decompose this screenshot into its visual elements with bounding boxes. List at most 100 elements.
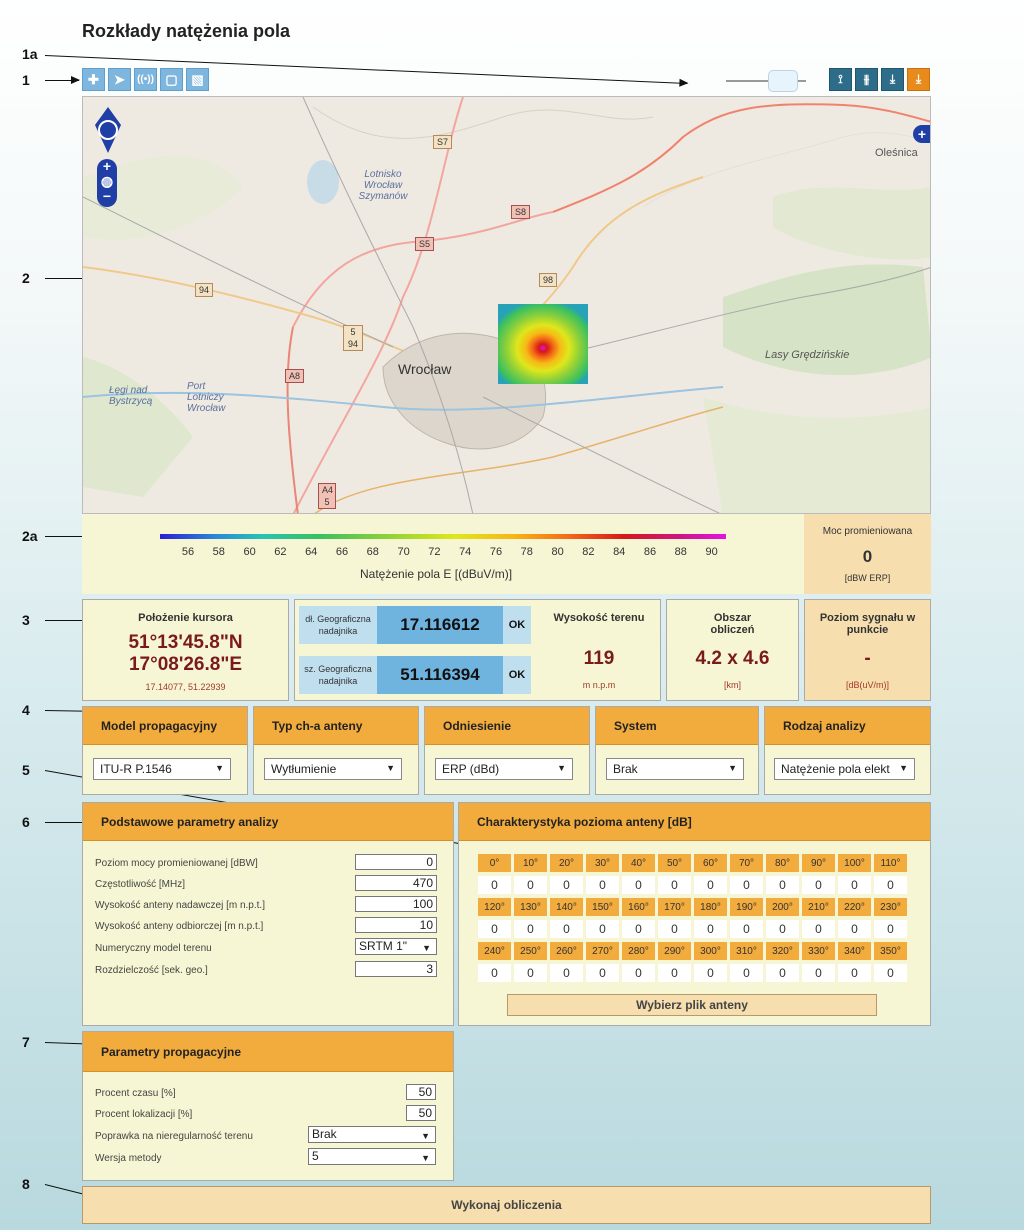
antenna-gain-input[interactable]: 0 [550,964,583,982]
antenna-gain-input[interactable]: 0 [874,876,907,894]
antenna-gain-input[interactable]: 0 [622,964,655,982]
antenna-gain-input[interactable]: 0 [694,964,727,982]
expand-layers-icon[interactable]: + [913,125,930,143]
color-scale-tick: 76 [489,546,503,558]
zoom-control[interactable]: + ◍ − [97,159,117,207]
reference-select[interactable]: ERP (dBd) ▼ [435,758,573,780]
pan-control[interactable] [91,105,125,155]
ruler-icon[interactable]: ▧ [186,68,209,91]
pointer-icon[interactable]: ➤ [108,68,131,91]
antenna-gain-input[interactable]: 0 [514,964,547,982]
antenna-gain-input[interactable]: 0 [622,920,655,938]
antenna-icon[interactable]: ((•)) [134,68,157,91]
method-version-select[interactable]: 5 ▼ [308,1148,436,1165]
download-icon[interactable]: ⤓ [881,68,904,91]
export-icon[interactable]: ⤓ [907,68,930,91]
antenna-gain-input[interactable]: 0 [766,920,799,938]
antenna-gain-input[interactable]: 0 [658,876,691,894]
antenna-gain-input[interactable]: 0 [586,920,619,938]
map-label-lasy: Lasy Grędzińskie [765,349,850,361]
rectangle-icon[interactable]: ▢ [160,68,183,91]
settings-sliders-icon[interactable]: ⫵ [855,68,878,91]
radiated-power-box: Moc promieniowana 0 [dBW ERP] [804,514,931,594]
antenna-angle-header: 180° [694,898,727,916]
terrain-height-unit: m n.p.m [582,680,616,690]
map-view[interactable]: + ◍ − + Lotnisko Wrocław Szymanów Wrocław … [82,96,931,514]
antenna-gain-input[interactable]: 0 [802,920,835,938]
transmitter-lon-label: dł. Geograficzna nadajnika [299,606,377,644]
run-calculation-button[interactable]: Wykonaj obliczenia [82,1186,931,1224]
antenna-gain-input[interactable]: 0 [874,964,907,982]
antenna-gain-input[interactable]: 0 [838,964,871,982]
antenna-angle-header: 170° [658,898,691,916]
transmitter-icon[interactable]: ⟟ [829,68,852,91]
choose-antenna-file-button[interactable]: Wybierz plik anteny [507,994,877,1016]
antenna-gain-input[interactable]: 0 [550,876,583,894]
antenna-angle-header: 300° [694,942,727,960]
transmitter-lon-ok-button[interactable]: OK [503,606,531,644]
time-percent-input[interactable]: 50 [406,1084,436,1100]
antenna-gain-input[interactable]: 0 [514,876,547,894]
chevron-down-icon: ▼ [422,943,431,953]
transmitter-lat-input[interactable]: 51.116394 [377,656,503,694]
antenna-gain-input[interactable]: 0 [730,964,763,982]
propagation-params-header: Parametry propagacyjne [83,1032,453,1072]
frequency-input[interactable]: 470 [355,875,437,891]
transmitter-lon-input[interactable]: 17.116612 [377,606,503,644]
propagation-model-select[interactable]: ITU-R P.1546 ▼ [93,758,231,780]
antenna-type-select[interactable]: Wytłumienie ▼ [264,758,402,780]
antenna-pattern-grid: 0° 10° 20° 30° 40° 50° 60° 70° 80° 90° 100° 110° 0 0 0… [478,854,907,982]
road-shield: 94 [195,283,214,297]
antenna-gain-input[interactable]: 0 [838,876,871,894]
callout-5: 5 [22,762,30,778]
callout-8: 8 [22,1176,30,1192]
system-select[interactable]: Brak ▼ [606,758,744,780]
transmitter-lat-ok-button[interactable]: OK [503,656,531,694]
map-toolbar-right: ⟟ ⫵ ⤓ ⤓ [829,68,930,91]
antenna-gain-input[interactable]: 0 [874,920,907,938]
power-input[interactable]: 0 [355,854,437,870]
analysis-type-select[interactable]: Natężenie pola elekt ▼ [774,758,915,780]
terrain-model-select[interactable]: SRTM 1" ▼ [355,938,437,955]
antenna-angle-header: 160° [622,898,655,916]
color-scale-tick: 70 [397,546,410,558]
transmitter-position-box: dł. Geograficzna nadajnika 17.116612 OK … [294,599,661,701]
road-shield: 5 94 [343,325,363,351]
antenna-gain-input[interactable]: 0 [766,876,799,894]
antenna-gain-input[interactable]: 0 [838,920,871,938]
antenna-gain-input[interactable]: 0 [586,964,619,982]
antenna-angle-header: 350° [874,942,907,960]
antenna-gain-input[interactable]: 0 [766,964,799,982]
antenna-gain-input[interactable]: 0 [478,964,511,982]
antenna-gain-input[interactable]: 0 [550,920,583,938]
antenna-gain-input[interactable]: 0 [730,920,763,938]
antenna-gain-input[interactable]: 0 [694,920,727,938]
antenna-gain-input[interactable]: 0 [514,920,547,938]
cursor-lon: 17°08'26.8"E [128,654,243,675]
antenna-angle-header: 20° [550,854,583,872]
opacity-slider-thumb[interactable] [768,70,798,92]
antenna-gain-input[interactable]: 0 [694,876,727,894]
color-scale-tick: 90 [705,546,718,558]
add-point-icon[interactable]: ✚ [82,68,105,91]
antenna-gain-input[interactable]: 0 [478,920,511,938]
antenna-gain-input[interactable]: 0 [802,876,835,894]
location-percent-input[interactable]: 50 [406,1105,436,1121]
terrain-correction-select[interactable]: Brak ▼ [308,1126,436,1143]
antenna-gain-input[interactable]: 0 [658,964,691,982]
cursor-position-box: Położenie kursora 51°13'45.8"N 17°08'26.… [82,599,289,701]
antenna-gain-input[interactable]: 0 [586,876,619,894]
reference-panel: Odniesienie ERP (dBd) ▼ [424,706,590,795]
color-scale-tick: 78 [520,546,533,558]
rx-height-input[interactable]: 10 [355,917,437,933]
param-label: Poprawka na nieregularność terenu [95,1131,253,1142]
antenna-gain-input[interactable]: 0 [730,876,763,894]
tx-height-input[interactable]: 100 [355,896,437,912]
antenna-angle-header: 260° [550,942,583,960]
resolution-input[interactable]: 3 [355,961,437,977]
radiated-power-value: 0 [862,547,873,566]
antenna-gain-input[interactable]: 0 [658,920,691,938]
antenna-gain-input[interactable]: 0 [622,876,655,894]
antenna-gain-input[interactable]: 0 [478,876,511,894]
antenna-gain-input[interactable]: 0 [802,964,835,982]
